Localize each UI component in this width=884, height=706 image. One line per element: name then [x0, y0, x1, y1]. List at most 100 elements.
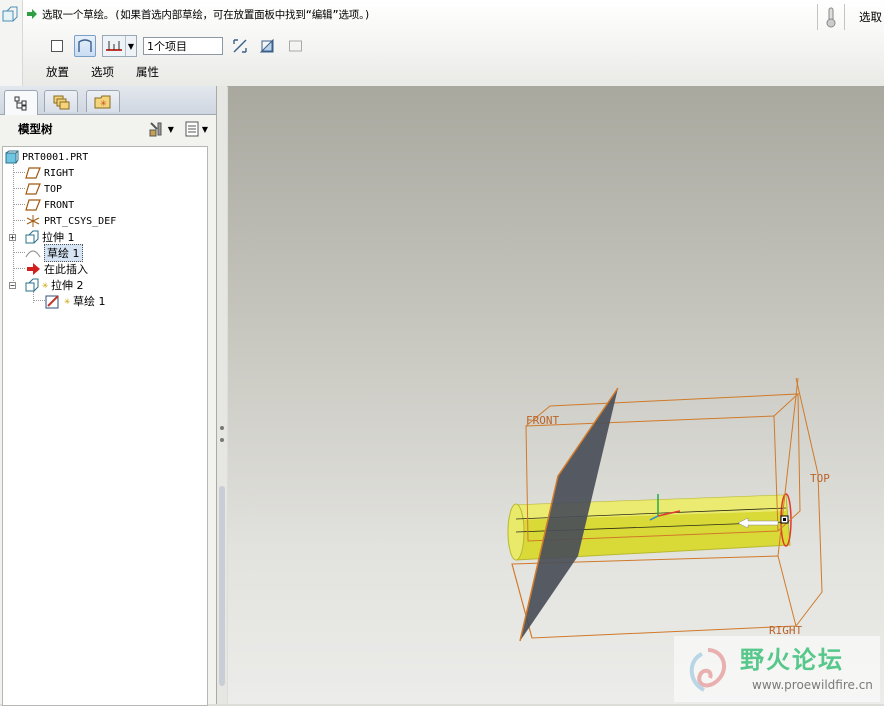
- navigator-tabs: ✳: [0, 86, 216, 115]
- datum-plane-icon: [25, 167, 41, 179]
- tree-item-label-selected: 草绘 1: [44, 244, 83, 262]
- chevron-down-icon: ▼: [167, 124, 174, 134]
- chevron-down-icon: ▼: [125, 36, 136, 56]
- splitter-dot: [220, 426, 224, 430]
- collapse-icon[interactable]: −: [9, 281, 16, 289]
- remove-material-button[interactable]: [257, 35, 279, 57]
- depth-collector[interactable]: 1个项目: [143, 37, 223, 55]
- selection-filter-icon[interactable]: [824, 6, 838, 28]
- csys-icon: [26, 215, 40, 227]
- dashboard-tabs: 放置 选项 属性: [46, 64, 159, 80]
- sketch-edit-icon: [45, 295, 59, 309]
- new-feature-icon: ✳: [64, 295, 71, 307]
- depth-option-dropdown[interactable]: ▼: [102, 35, 137, 57]
- flip-direction-button[interactable]: [229, 35, 251, 57]
- tree-item-part[interactable]: PRT0001.PRT: [5, 149, 88, 165]
- thicken-button[interactable]: [285, 35, 307, 57]
- favorites-icon: ✳: [94, 95, 111, 108]
- tab-favorites[interactable]: ✳: [86, 90, 120, 112]
- message-prompt: 选取一个草绘。(如果首选内部草绘，可在放置面板中找到“编辑”选项。): [26, 6, 370, 22]
- separator: [844, 4, 845, 30]
- splitter-handle[interactable]: [219, 486, 225, 686]
- flip-direction-icon: [233, 39, 247, 53]
- tree-item-right[interactable]: RIGHT: [25, 165, 74, 181]
- extrude-dashboard: 选取一个草绘。(如果首选内部草绘，可在放置面板中找到“编辑”选项。) ▼ 1个项…: [0, 0, 884, 87]
- separator: [817, 4, 818, 30]
- tree-connector: [13, 172, 25, 173]
- tree-item-label: FRONT: [44, 199, 75, 211]
- tab-folder-browser[interactable]: [44, 90, 78, 112]
- select-tab[interactable]: 选取: [859, 9, 882, 25]
- splitter-dot: [220, 438, 224, 442]
- tree-item-label: 草绘 1: [73, 295, 106, 308]
- sketch-icon: [25, 250, 41, 258]
- datum-label-front[interactable]: FRONT: [526, 414, 559, 427]
- svg-text:✳: ✳: [100, 99, 107, 108]
- new-feature-icon: ✳: [42, 279, 49, 291]
- tools-icon: [149, 122, 162, 137]
- tree-item-sketch-2[interactable]: ✳ 草绘 1: [45, 293, 106, 309]
- remove-material-icon: [259, 38, 274, 53]
- show-dropdown[interactable]: ▼: [184, 120, 208, 138]
- model-tree-tools: ▼ ▼: [148, 120, 208, 138]
- tree-connector: [13, 159, 14, 289]
- solid-button[interactable]: [46, 35, 68, 57]
- prompt-text: 选取一个草绘。(如果首选内部草绘，可在放置面板中找到“编辑”选项。): [42, 8, 371, 21]
- tab-properties[interactable]: 属性: [136, 64, 159, 80]
- list-icon: [185, 121, 199, 137]
- tree-item-front[interactable]: FRONT: [25, 197, 74, 213]
- tree-item-insert-here[interactable]: 在此插入: [25, 261, 88, 277]
- tab-placement[interactable]: 放置: [46, 64, 69, 80]
- tab-options[interactable]: 选项: [91, 64, 114, 80]
- feature-icon: [2, 6, 18, 22]
- dashboard-toolbar: ▼ 1个项目: [46, 33, 307, 59]
- datum-plane-icon: [25, 199, 41, 211]
- solid-icon: [51, 40, 63, 52]
- surface-button[interactable]: [74, 35, 96, 57]
- tree-item-extrude-2[interactable]: − ✳ 拉伸 2: [9, 277, 84, 293]
- model-tree-title: 模型树: [18, 122, 53, 136]
- tree-connector: [13, 252, 25, 253]
- settings-dropdown[interactable]: ▼: [148, 120, 174, 138]
- tree-item-label: 在此插入: [44, 263, 88, 276]
- tree-item-extrude-1[interactable]: + 拉伸 1: [9, 229, 75, 245]
- model-tree-header: 模型树 ▼ ▼: [0, 114, 216, 144]
- tree-item-label: PRT_CSYS_DEF: [44, 215, 117, 227]
- watermark-title: 野火论坛: [740, 646, 844, 674]
- tree-item-label: 拉伸 1: [42, 231, 75, 244]
- tree-connector: [13, 204, 25, 205]
- datum-label-top[interactable]: TOP: [810, 472, 830, 485]
- arrow-right-icon: [27, 9, 37, 19]
- tree-item-csys[interactable]: PRT_CSYS_DEF: [25, 213, 116, 229]
- extrude-icon: [25, 278, 39, 292]
- tab-model-tree[interactable]: [4, 90, 38, 115]
- dashboard-left-strip: [0, 0, 23, 86]
- datum-plane-icon: [25, 183, 41, 195]
- surface-icon: [78, 39, 92, 52]
- tree-item-label: RIGHT: [44, 167, 75, 179]
- tree-connector: [13, 188, 25, 189]
- chevron-down-icon: ▼: [201, 124, 208, 134]
- depth-blind-icon: [106, 41, 122, 51]
- extrude-icon: [25, 230, 39, 244]
- graphics-window[interactable]: FRONT TOP RIGHT: [228, 86, 884, 704]
- tree-connector: [13, 268, 25, 269]
- expand-icon[interactable]: +: [9, 233, 16, 241]
- tree-item-label: 拉伸 2: [51, 279, 84, 292]
- tree-item-sketch-1[interactable]: 草绘 1: [25, 244, 83, 262]
- insert-here-icon: [27, 263, 40, 275]
- navigator-splitter[interactable]: [217, 86, 227, 704]
- folder-browser-icon: [53, 95, 70, 109]
- tree-item-label: PRT0001.PRT: [22, 151, 89, 163]
- part-icon: [5, 150, 19, 164]
- model-view[interactable]: FRONT TOP RIGHT: [228, 86, 884, 704]
- model-tree-icon: [14, 96, 27, 111]
- watermark-url: www.proewildfire.cn: [752, 678, 873, 692]
- tree-connector: [13, 220, 25, 221]
- tree-connector: [33, 300, 45, 301]
- thicken-icon: [289, 40, 302, 52]
- navigator-panel: ✳ 模型树 ▼ ▼ PRT0001.PRT RIGHT TOP FRONT PR…: [0, 86, 217, 706]
- dashboard-right-area: 选取: [811, 0, 884, 34]
- model-tree: PRT0001.PRT RIGHT TOP FRONT PRT_CSYS_DEF…: [2, 146, 208, 706]
- tree-item-top[interactable]: TOP: [25, 181, 62, 197]
